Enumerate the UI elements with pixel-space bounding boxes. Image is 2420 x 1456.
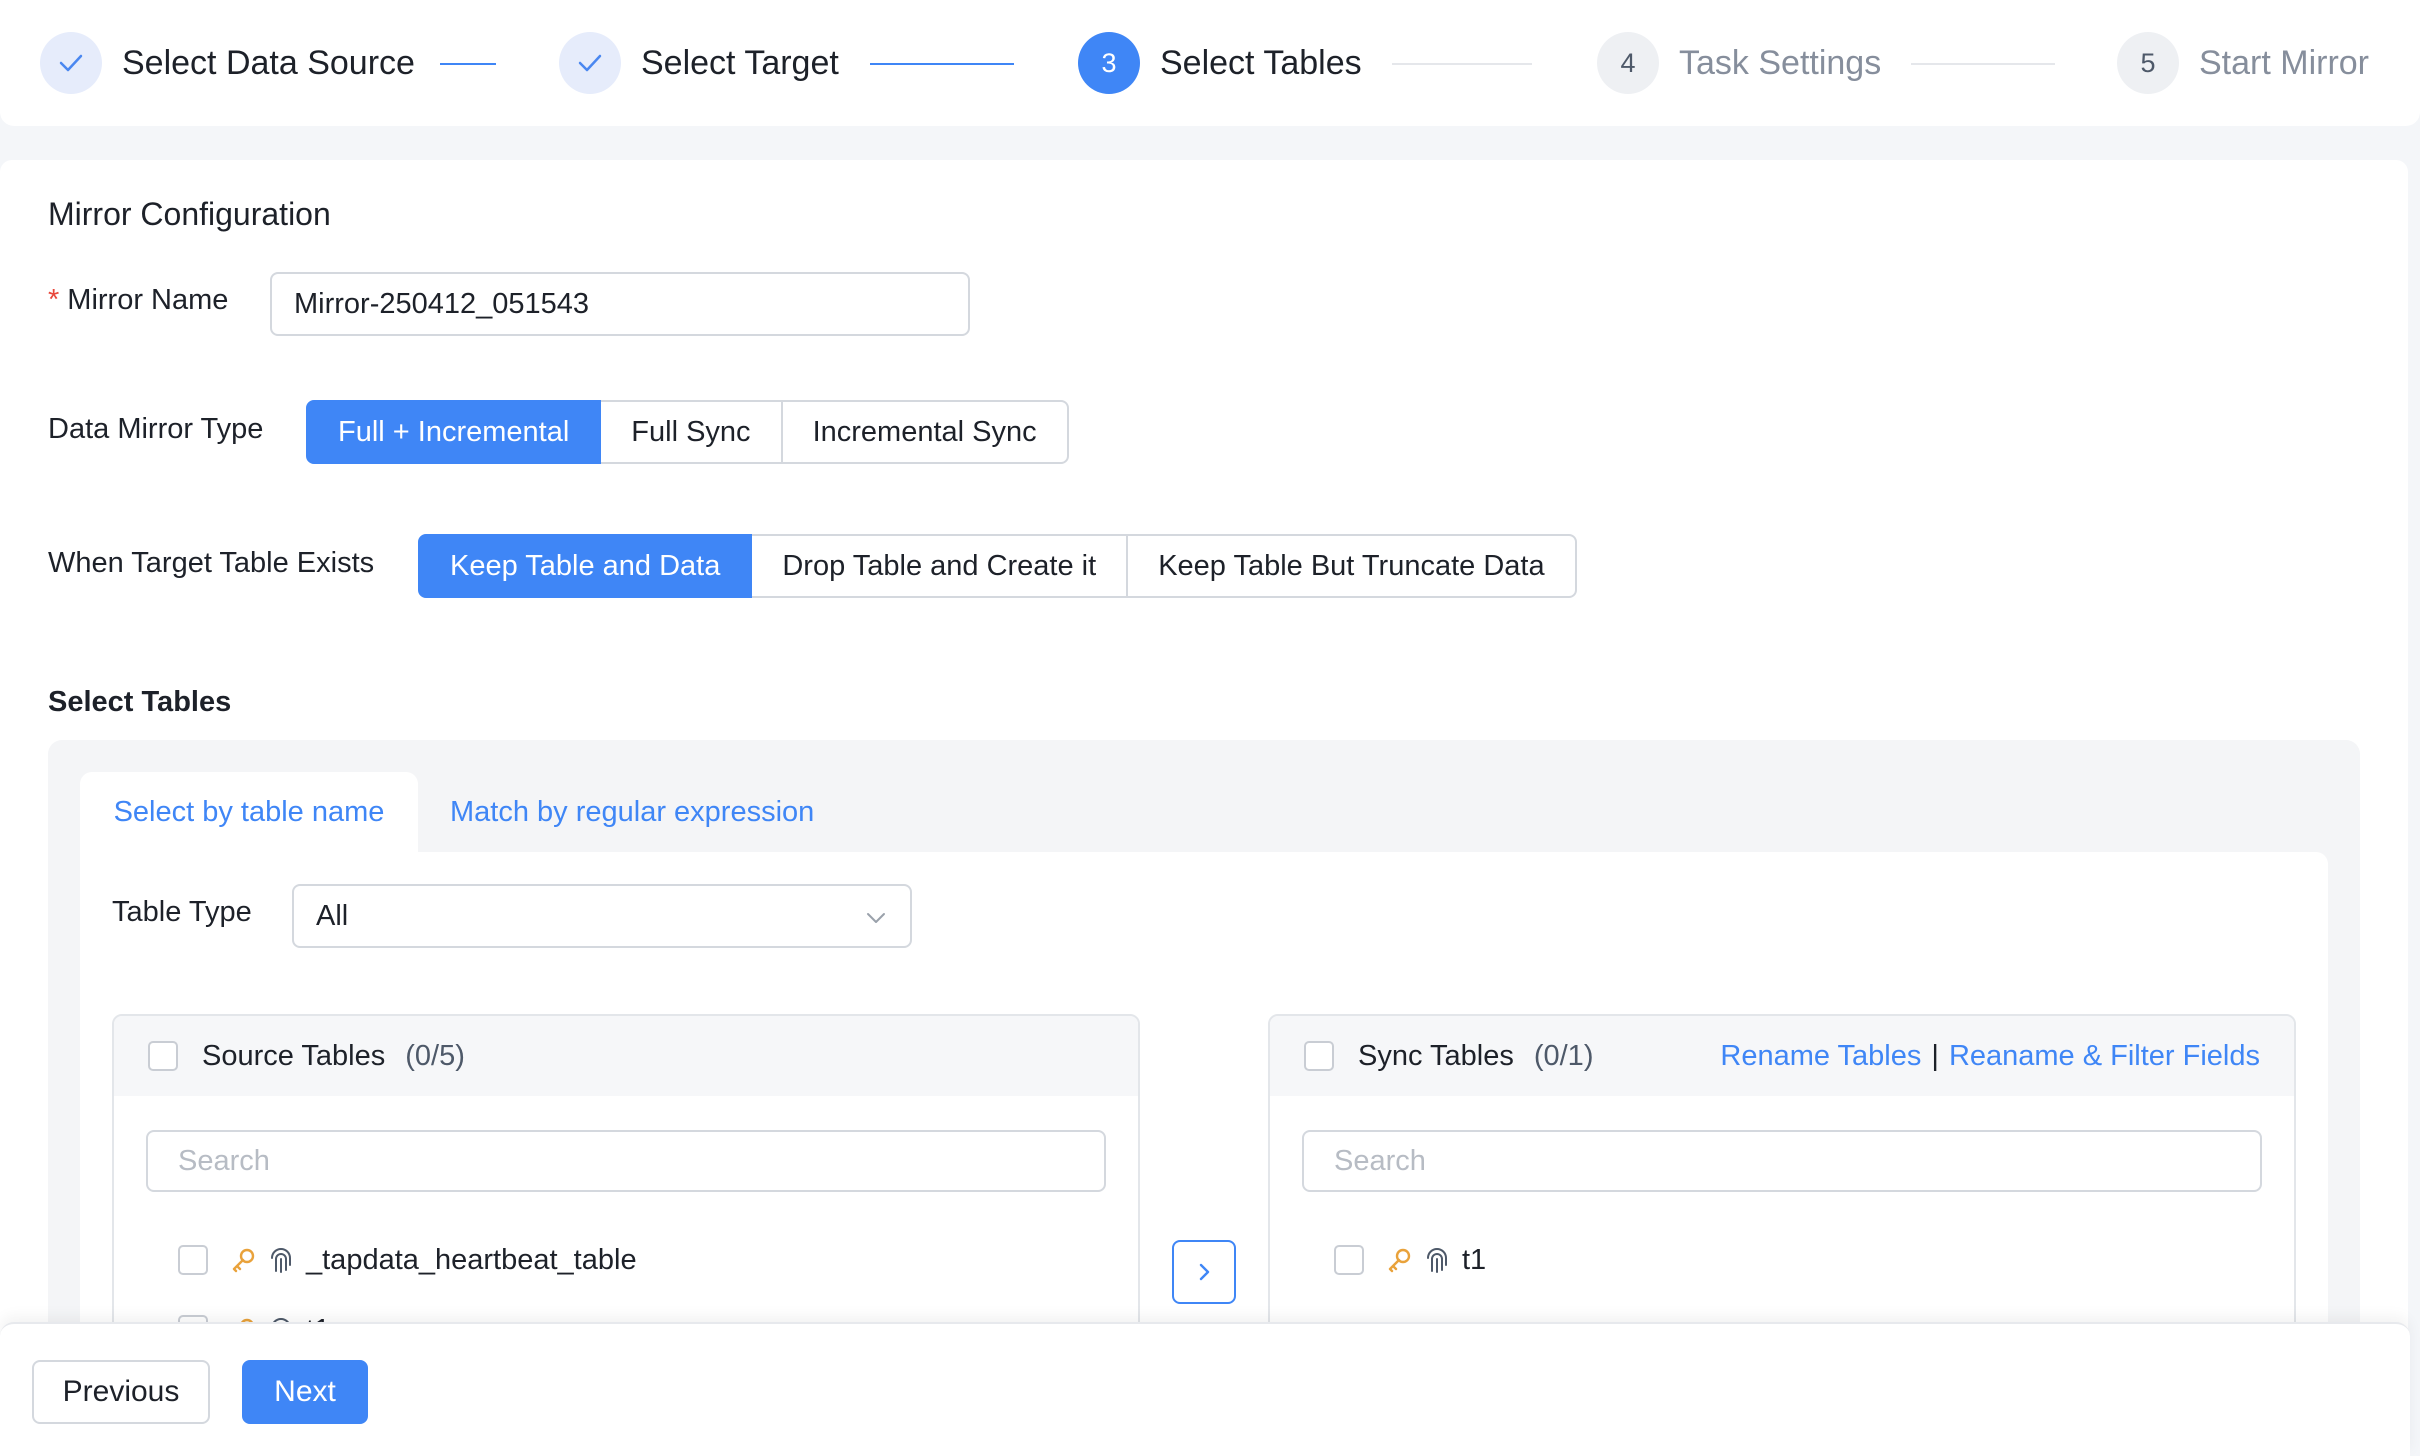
table-type-label: Table Type — [112, 896, 252, 928]
step-number: 4 — [1597, 32, 1659, 94]
step-connector — [1911, 63, 2055, 65]
step-connector — [1392, 63, 1532, 65]
stepper: Select Data Source Select Target 3 Selec… — [0, 0, 2420, 126]
step-select-data-source[interactable]: Select Data Source — [40, 0, 415, 126]
table-type-select[interactable]: All — [292, 884, 912, 948]
next-button[interactable]: Next — [242, 1360, 368, 1424]
mirror-type-full-incremental-button[interactable]: Full + Incremental — [306, 400, 602, 464]
sync-header-actions: Rename Tables | Reaname & Filter Fields — [1720, 1040, 2260, 1073]
mirror-name-input[interactable] — [270, 272, 970, 336]
keep-table-and-data-button[interactable]: Keep Table and Data — [418, 534, 753, 598]
drop-table-and-create-button[interactable]: Drop Table and Create it — [750, 534, 1129, 598]
check-icon — [559, 32, 621, 94]
previous-button[interactable]: Previous — [32, 1360, 210, 1424]
source-search-input[interactable] — [146, 1130, 1106, 1192]
sync-tables-title: Sync Tables — [1358, 1039, 1514, 1072]
step-select-target[interactable]: Select Target — [559, 0, 839, 126]
rename-filter-fields-link[interactable]: Reaname & Filter Fields — [1949, 1040, 2260, 1073]
sync-search-input[interactable] — [1302, 1130, 2262, 1192]
key-icon — [232, 1248, 255, 1273]
mirror-type-incremental-sync-button[interactable]: Incremental Sync — [780, 400, 1069, 464]
source-select-all-checkbox[interactable] — [148, 1041, 178, 1071]
rename-tables-link[interactable]: Rename Tables — [1720, 1040, 1921, 1073]
tab-select-by-table-name[interactable]: Select by table name — [80, 772, 418, 852]
sync-select-all-checkbox[interactable] — [1304, 1041, 1334, 1071]
source-tables-header: Source Tables (0/5) — [114, 1016, 1138, 1096]
chevron-down-icon — [867, 913, 885, 923]
table-name: _tapdata_heartbeat_table — [306, 1243, 637, 1276]
step-number: 5 — [2117, 32, 2179, 94]
table-name: t1 — [1462, 1243, 1487, 1276]
fingerprint-icon — [271, 1248, 291, 1273]
required-mark: * — [48, 284, 60, 316]
target-exists-label: When Target Table Exists — [48, 547, 375, 579]
step-start-mirror[interactable]: 5 Start Mirror — [2117, 0, 2369, 126]
data-mirror-type-label: Data Mirror Type — [48, 413, 264, 445]
table-type-value: All — [316, 899, 349, 932]
row-checkbox[interactable] — [178, 1245, 208, 1275]
step-task-settings[interactable]: 4 Task Settings — [1597, 0, 1881, 126]
step-connector — [440, 63, 496, 65]
row-checkbox[interactable] — [1334, 1245, 1364, 1275]
step-number: 3 — [1078, 32, 1140, 94]
source-tables-count: (0/5) — [405, 1039, 465, 1072]
actions-separator: | — [1931, 1039, 1939, 1072]
source-tables-title: Source Tables — [202, 1039, 386, 1072]
section-title-mirror-configuration: Mirror Configuration — [48, 196, 331, 232]
check-icon — [40, 32, 102, 94]
table-row[interactable]: _tapdata_heartbeat_table — [178, 1240, 637, 1280]
section-title-select-tables: Select Tables — [48, 686, 232, 718]
step-connector — [870, 63, 1014, 65]
sync-tables-count: (0/1) — [1533, 1039, 1594, 1072]
move-to-sync-button[interactable] — [1172, 1240, 1236, 1304]
tab-match-by-regex[interactable]: Match by regular expression — [450, 772, 814, 852]
key-icon — [1388, 1248, 1411, 1273]
mirror-name-label: * Mirror Name — [48, 284, 228, 317]
step-label: Select Data Source — [122, 43, 415, 82]
step-label: Select Tables — [1160, 43, 1362, 82]
mirror-type-full-sync-button[interactable]: Full Sync — [599, 400, 783, 464]
keep-table-truncate-data-button[interactable]: Keep Table But Truncate Data — [1126, 534, 1577, 598]
step-label: Select Target — [641, 43, 839, 82]
step-label: Start Mirror — [2199, 43, 2369, 82]
step-label: Task Settings — [1679, 43, 1882, 82]
table-row[interactable]: t1 — [1334, 1240, 1486, 1280]
fingerprint-icon — [1427, 1248, 1447, 1273]
sync-tables-header: Sync Tables (0/1) Rename Tables | Reanam… — [1270, 1016, 2294, 1096]
target-exists-segmented: Keep Table and Data Drop Table and Creat… — [418, 534, 1577, 598]
footer-bar: Previous Next — [0, 1322, 2410, 1456]
mirror-name-label-text: Mirror Name — [67, 284, 229, 316]
step-select-tables[interactable]: 3 Select Tables — [1078, 0, 1362, 126]
data-mirror-type-segmented: Full + Incremental Full Sync Incremental… — [306, 400, 1069, 464]
chevron-right-icon — [1199, 1263, 1210, 1281]
